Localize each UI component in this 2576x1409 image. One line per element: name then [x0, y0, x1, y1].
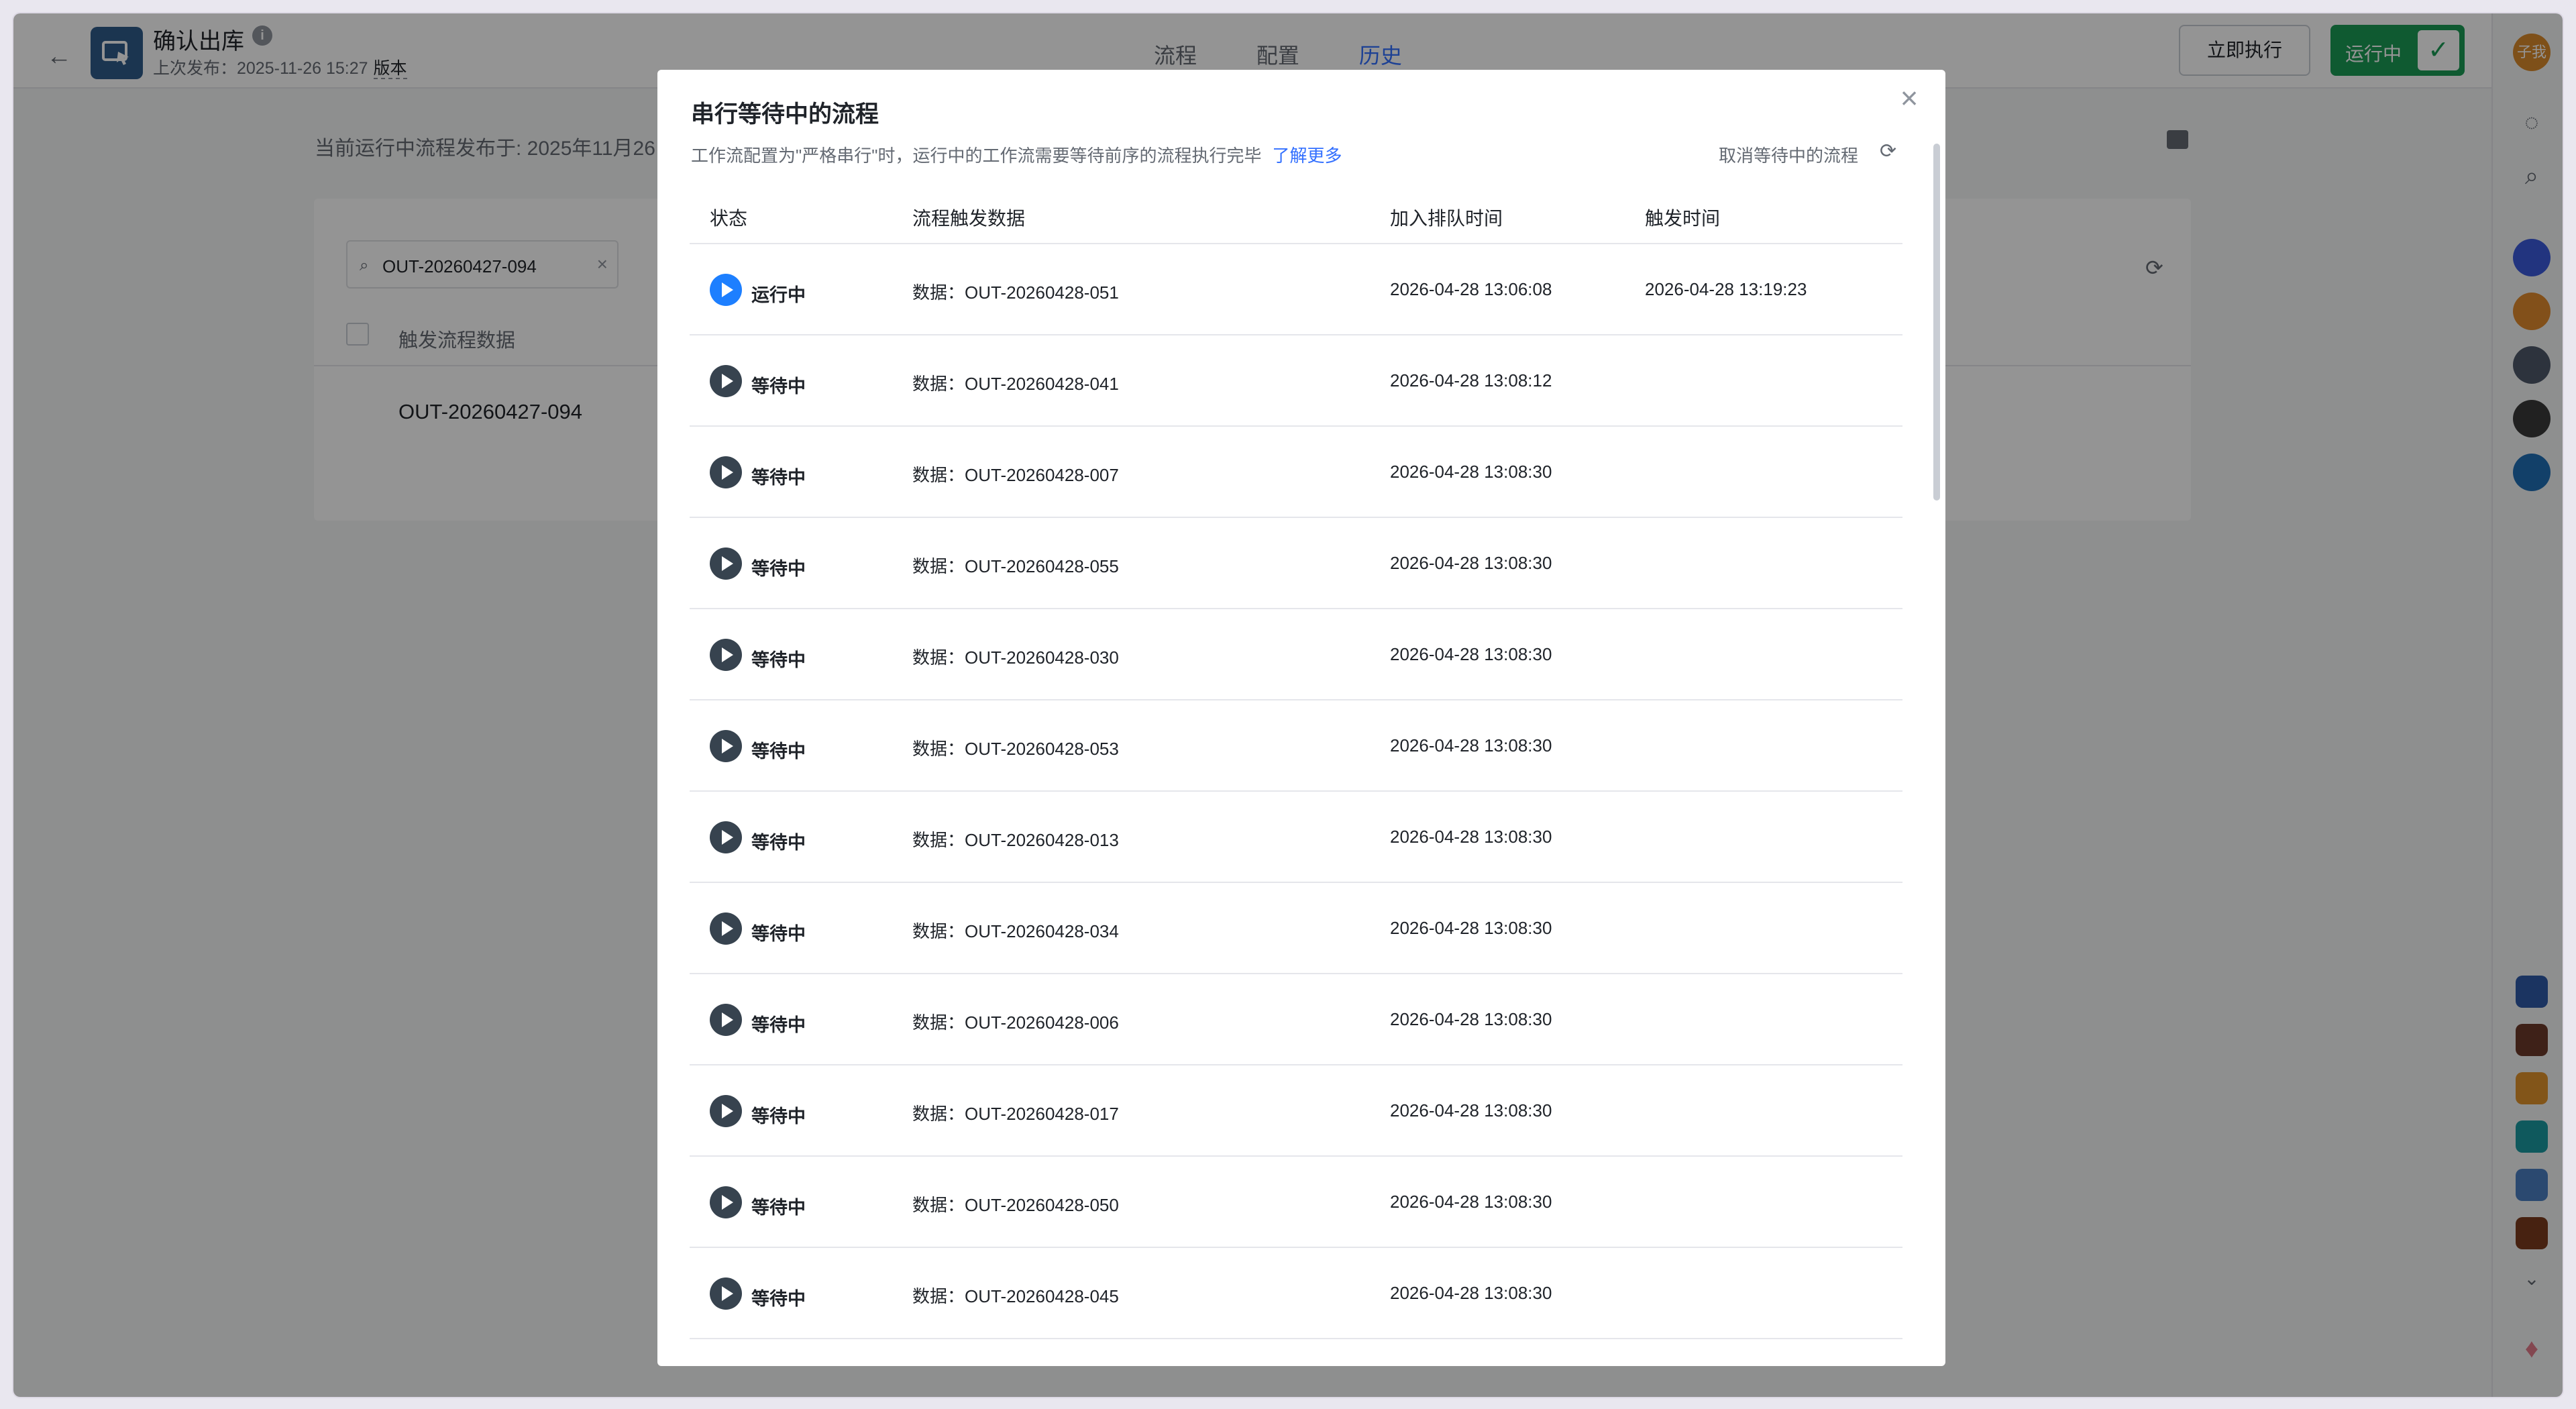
status-label: 等待中	[751, 741, 806, 762]
queued-time-cell: 2026-04-28 13:08:30	[1390, 735, 1552, 755]
modal-title: 串行等待中的流程	[691, 101, 879, 127]
status-label: 等待中	[751, 1198, 806, 1218]
queued-time-cell: 2026-04-28 13:06:08	[1390, 279, 1552, 299]
table-row[interactable]: 等待中 数据：OUT-20260428-041 2026-04-28 13:08:1…	[690, 335, 1902, 427]
modal-description: 工作流配置为"严格串行"时，运行中的工作流需要等待前序的流程执行完毕 了解更多	[691, 142, 1342, 167]
status-label: 等待中	[751, 1015, 806, 1035]
play-icon	[710, 639, 742, 671]
queued-time-cell: 2026-04-28 13:08:30	[1390, 1192, 1552, 1212]
queued-time-cell: 2026-04-28 13:08:30	[1390, 462, 1552, 482]
table-row[interactable]: 等待中 数据：OUT-20260428-030 2026-04-28 13:08:3…	[690, 609, 1902, 700]
queued-time-cell: 2026-04-28 13:08:12	[1390, 370, 1552, 390]
scrollbar-thumb[interactable]	[1933, 144, 1940, 501]
play-icon	[710, 730, 742, 762]
trigger-data-cell: 数据：OUT-20260428-045	[912, 1286, 1119, 1306]
trigger-data-cell: 数据：OUT-20260428-017	[912, 1104, 1119, 1124]
play-icon	[710, 456, 742, 488]
trigger-data-cell: 数据：OUT-20260428-013	[912, 830, 1119, 850]
trigger-time-cell: 2026-04-28 13:19:23	[1645, 279, 1807, 299]
trigger-data-cell: 数据：OUT-20260428-055	[912, 556, 1119, 576]
status-label: 等待中	[751, 1289, 806, 1309]
trigger-data-cell: 数据：OUT-20260428-034	[912, 921, 1119, 941]
table-row[interactable]: 等待中 数据：OUT-20260428-006 2026-04-28 13:08:3…	[690, 974, 1902, 1065]
play-icon	[710, 1004, 742, 1036]
queued-time-cell: 2026-04-28 13:08:30	[1390, 1009, 1552, 1029]
trigger-data-cell: 数据：OUT-20260428-053	[912, 739, 1119, 759]
column-status: 状态	[710, 208, 748, 229]
refresh-icon[interactable]: ⟳	[1880, 140, 1896, 163]
queued-time-cell: 2026-04-28 13:08:30	[1390, 918, 1552, 938]
status-label: 等待中	[751, 468, 806, 488]
column-queued-time: 加入排队时间	[1390, 208, 1503, 229]
queued-time-cell: 2026-04-28 13:08:30	[1390, 644, 1552, 664]
table-row[interactable]: 等待中 数据：OUT-20260428-007 2026-04-28 13:08:3…	[690, 427, 1902, 518]
play-icon	[710, 912, 742, 945]
play-icon	[710, 1095, 742, 1127]
trigger-data-cell: 数据：OUT-20260428-006	[912, 1012, 1119, 1033]
column-trigger-time: 触发时间	[1645, 208, 1721, 229]
column-trigger-data: 流程触发数据	[912, 208, 1026, 229]
status-label: 等待中	[751, 376, 806, 397]
status-label: 等待中	[751, 650, 806, 670]
queued-time-cell: 2026-04-28 13:08:30	[1390, 1100, 1552, 1120]
table-body: 运行中 数据：OUT-20260428-051 2026-04-28 13:06:0…	[690, 244, 1902, 1339]
close-icon[interactable]: ×	[1892, 81, 1927, 115]
table-row[interactable]: 等待中 数据：OUT-20260428-045 2026-04-28 13:08:3…	[690, 1248, 1902, 1339]
waiting-flows-table: 状态 流程触发数据 加入排队时间 触发时间 运行中数据：OUT-20260428…	[690, 191, 1902, 1339]
queued-time-cell: 2026-04-28 13:08:30	[1390, 827, 1552, 847]
trigger-data-cell: 数据：OUT-20260428-050	[912, 1195, 1119, 1215]
play-icon	[710, 274, 742, 306]
trigger-data-cell: 数据：OUT-20260428-051	[912, 282, 1119, 303]
play-icon	[710, 547, 742, 580]
status-label: 等待中	[751, 559, 806, 579]
table-row[interactable]: 等待中 数据：OUT-20260428-053 2026-04-28 13:08:3…	[690, 700, 1902, 792]
table-row[interactable]: 等待中 数据：OUT-20260428-013 2026-04-28 13:08:3…	[690, 792, 1902, 883]
table-header: 状态 流程触发数据 加入排队时间 触发时间	[690, 191, 1902, 244]
status-label: 等待中	[751, 1106, 806, 1127]
trigger-data-cell: 数据：OUT-20260428-030	[912, 647, 1119, 668]
app-window: ← 确认出库 i 上次发布：2025-11-26 15:27 版本 流程 配置 历…	[13, 13, 2563, 1397]
waiting-flows-modal: 串行等待中的流程 × 工作流配置为"严格串行"时，运行中的工作流需要等待前序的流…	[657, 70, 1945, 1366]
description-text: 工作流配置为"严格串行"时，运行中的工作流需要等待前序的流程执行完毕	[691, 146, 1262, 166]
table-row[interactable]: 等待中 数据：OUT-20260428-050 2026-04-28 13:08:3…	[690, 1157, 1902, 1248]
queued-time-cell: 2026-04-28 13:08:30	[1390, 553, 1552, 573]
table-row[interactable]: 等待中 数据：OUT-20260428-055 2026-04-28 13:08:3…	[690, 518, 1902, 609]
table-row[interactable]: 等待中 数据：OUT-20260428-017 2026-04-28 13:08:3…	[690, 1065, 1902, 1157]
trigger-data-cell: 数据：OUT-20260428-007	[912, 465, 1119, 485]
learn-more-link[interactable]: 了解更多	[1272, 146, 1342, 166]
status-label: 等待中	[751, 833, 806, 853]
table-row[interactable]: 等待中 数据：OUT-20260428-034 2026-04-28 13:08:3…	[690, 883, 1902, 974]
play-icon	[710, 365, 742, 397]
play-icon	[710, 1186, 742, 1218]
play-icon	[710, 1277, 742, 1310]
status-label: 运行中	[751, 285, 806, 305]
table-row[interactable]: 运行中 数据：OUT-20260428-051 2026-04-28 13:06:0…	[690, 244, 1902, 335]
queued-time-cell: 2026-04-28 13:08:30	[1390, 1283, 1552, 1303]
cancel-waiting-button[interactable]: 取消等待中的流程	[1719, 142, 1858, 167]
trigger-data-cell: 数据：OUT-20260428-041	[912, 374, 1119, 394]
play-icon	[710, 821, 742, 853]
status-label: 等待中	[751, 924, 806, 944]
